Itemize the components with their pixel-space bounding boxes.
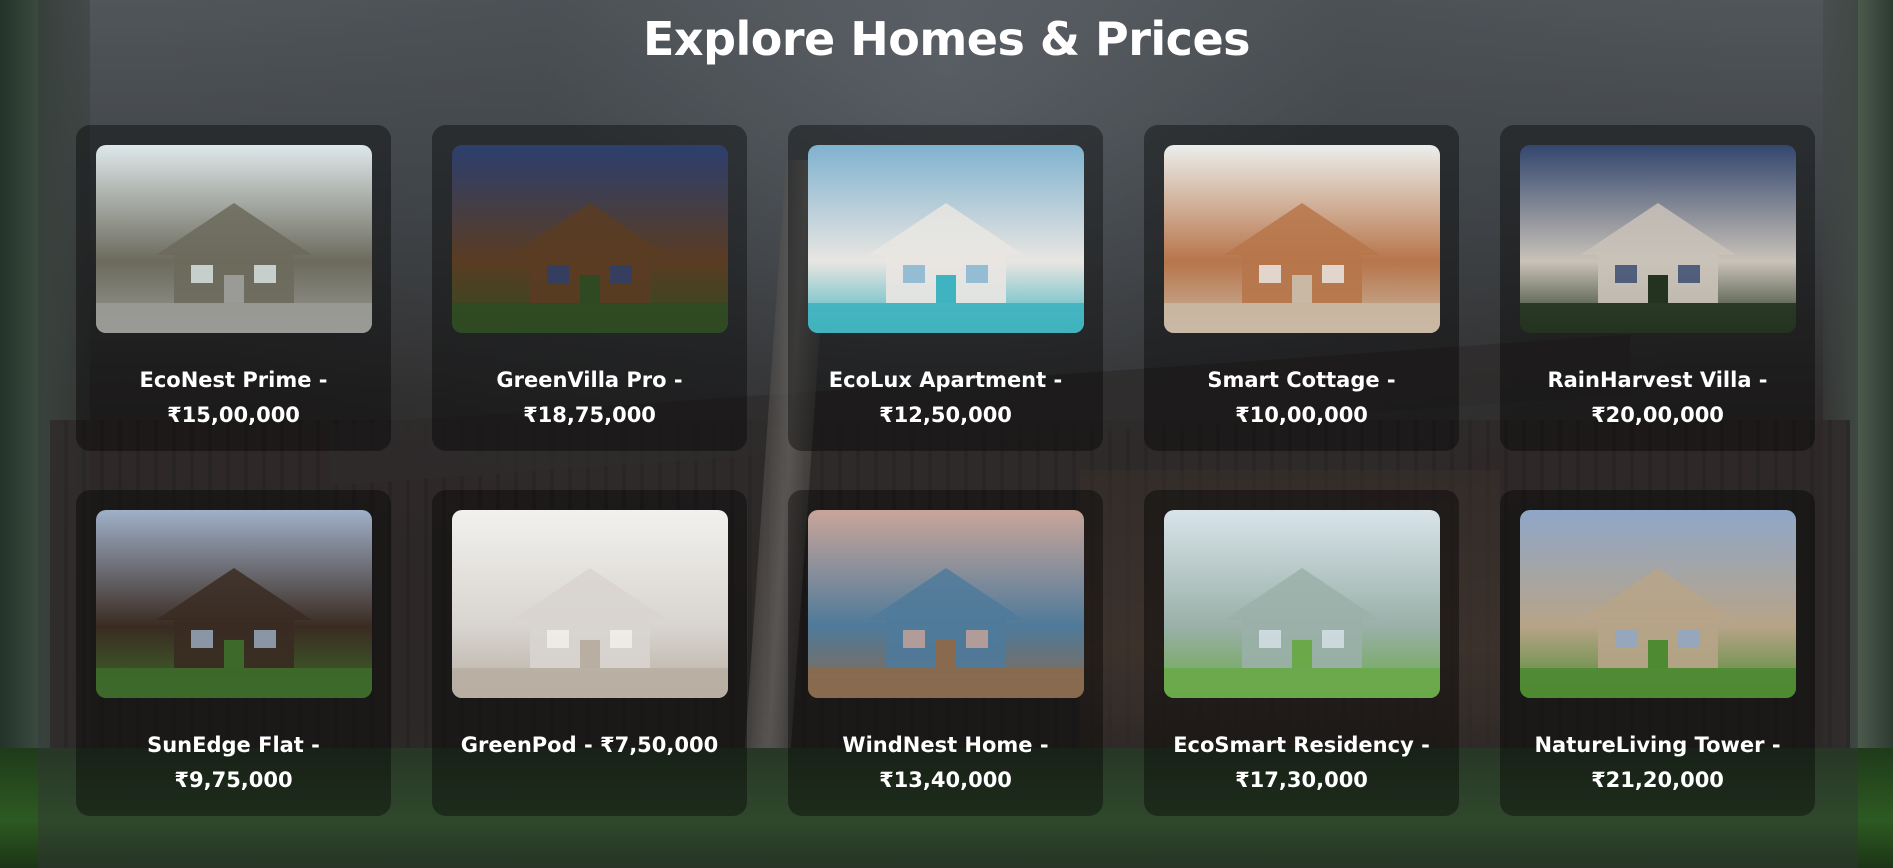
home-image[interactable] bbox=[96, 510, 372, 698]
home-name: EcoSmart Residency - bbox=[1173, 733, 1430, 757]
home-name: RainHarvest Villa - bbox=[1547, 368, 1768, 392]
home-card[interactable]: GreenPod - ₹7,50,000 bbox=[432, 490, 747, 816]
home-price: ₹21,20,000 bbox=[1591, 768, 1724, 792]
home-image[interactable] bbox=[808, 145, 1084, 333]
page-title: Explore Homes & Prices bbox=[642, 12, 1251, 66]
home-card[interactable]: GreenVilla Pro - ₹18,75,000 bbox=[432, 125, 747, 451]
home-price: ₹9,75,000 bbox=[174, 768, 293, 792]
home-card[interactable]: RainHarvest Villa - ₹20,00,000 bbox=[1500, 125, 1815, 451]
home-card[interactable]: SunEdge Flat - ₹9,75,000 bbox=[76, 490, 391, 816]
home-price: ₹12,50,000 bbox=[879, 403, 1012, 427]
home-name: Smart Cottage - bbox=[1207, 368, 1396, 392]
home-caption: GreenPod - ₹7,50,000 bbox=[432, 728, 747, 763]
home-name: GreenVilla Pro - bbox=[496, 368, 683, 392]
home-photo-illustration bbox=[452, 510, 728, 698]
home-image[interactable] bbox=[1520, 510, 1796, 698]
home-card[interactable]: NatureLiving Tower - ₹21,20,000 bbox=[1500, 490, 1815, 816]
home-card[interactable]: WindNest Home - ₹13,40,000 bbox=[788, 490, 1103, 816]
home-photo-illustration bbox=[96, 145, 372, 333]
home-photo-illustration bbox=[1164, 510, 1440, 698]
home-image[interactable] bbox=[1164, 510, 1440, 698]
home-image[interactable] bbox=[452, 145, 728, 333]
home-price: ₹20,00,000 bbox=[1591, 403, 1724, 427]
home-name: EcoNest Prime - bbox=[139, 368, 328, 392]
home-price: ₹15,00,000 bbox=[167, 403, 300, 427]
page: Explore Homes & Prices EcoNest Prime - ₹1… bbox=[0, 0, 1893, 868]
home-caption: WindNest Home - ₹13,40,000 bbox=[788, 728, 1103, 798]
home-card[interactable]: EcoSmart Residency - ₹17,30,000 bbox=[1144, 490, 1459, 816]
home-photo-illustration bbox=[1520, 145, 1796, 333]
home-price: ₹10,00,000 bbox=[1235, 403, 1368, 427]
home-caption: EcoLux Apartment - ₹12,50,000 bbox=[788, 363, 1103, 433]
home-image[interactable] bbox=[1520, 145, 1796, 333]
home-caption: NatureLiving Tower - ₹21,20,000 bbox=[1500, 728, 1815, 798]
home-caption: RainHarvest Villa - ₹20,00,000 bbox=[1500, 363, 1815, 433]
home-image[interactable] bbox=[1164, 145, 1440, 333]
home-name: WindNest Home - bbox=[842, 733, 1049, 757]
home-photo-illustration bbox=[808, 510, 1084, 698]
home-name: NatureLiving Tower - bbox=[1534, 733, 1781, 757]
home-photo-illustration bbox=[1164, 145, 1440, 333]
home-card[interactable]: EcoNest Prime - ₹15,00,000 bbox=[76, 125, 391, 451]
home-caption: EcoNest Prime - ₹15,00,000 bbox=[76, 363, 391, 433]
home-photo-illustration bbox=[1520, 510, 1796, 698]
home-caption: SunEdge Flat - ₹9,75,000 bbox=[76, 728, 391, 798]
home-card[interactable]: EcoLux Apartment - ₹12,50,000 bbox=[788, 125, 1103, 451]
home-caption: GreenVilla Pro - ₹18,75,000 bbox=[432, 363, 747, 433]
home-caption: EcoSmart Residency - ₹17,30,000 bbox=[1144, 728, 1459, 798]
home-caption: Smart Cottage - ₹10,00,000 bbox=[1144, 363, 1459, 433]
home-image[interactable] bbox=[452, 510, 728, 698]
home-photo-illustration bbox=[452, 145, 728, 333]
home-name: SunEdge Flat - bbox=[147, 733, 320, 757]
home-card[interactable]: Smart Cottage - ₹10,00,000 bbox=[1144, 125, 1459, 451]
home-price: ₹18,75,000 bbox=[523, 403, 656, 427]
home-price: ₹13,40,000 bbox=[879, 768, 1012, 792]
home-price: ₹17,30,000 bbox=[1235, 768, 1368, 792]
home-name: GreenPod - ₹7,50,000 bbox=[460, 733, 719, 757]
home-photo-illustration bbox=[808, 145, 1084, 333]
home-image[interactable] bbox=[96, 145, 372, 333]
home-photo-illustration bbox=[96, 510, 372, 698]
home-image[interactable] bbox=[808, 510, 1084, 698]
home-name: EcoLux Apartment - bbox=[828, 368, 1063, 392]
